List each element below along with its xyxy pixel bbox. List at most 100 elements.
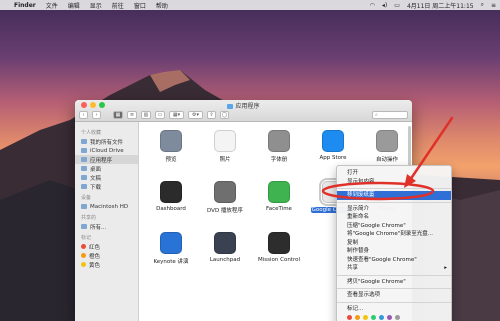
app-label: DVD 播放程序 <box>207 208 243 214</box>
list-icon[interactable]: ≡ <box>491 2 496 9</box>
tag-color-swatch[interactable] <box>379 315 384 320</box>
app-icon <box>268 130 290 152</box>
app-label: Mission Control <box>257 257 300 263</box>
forward-button[interactable]: › <box>92 111 101 119</box>
sidebar-item-label: Macintosh HD <box>90 203 129 210</box>
folder-icon <box>81 157 87 162</box>
tag-color-swatch[interactable] <box>363 315 368 320</box>
tag-color-swatch[interactable] <box>387 315 392 320</box>
sidebar-section-title: 标记 <box>81 235 92 241</box>
context-menu-item[interactable]: 共享 ▸ <box>337 264 451 273</box>
menu-separator <box>337 274 451 276</box>
app-item[interactable]: Mission Control <box>253 232 305 263</box>
sidebar-item[interactable]: 红色 <box>75 242 138 251</box>
context-menu-item[interactable]: 重新命名 <box>337 213 451 222</box>
share-button[interactable]: ⇪ <box>207 111 216 119</box>
app-item[interactable]: Launchpad <box>199 232 251 263</box>
sidebar-item[interactable]: 桌面 <box>75 164 138 173</box>
sidebar-item-label: 文稿 <box>90 175 102 182</box>
folder-icon <box>81 139 87 144</box>
gallery-view-button[interactable]: ▭ <box>155 111 165 119</box>
context-menu-item-label: 查看显示选项 <box>347 292 381 298</box>
app-item[interactable]: Keynote 讲演 <box>145 232 197 265</box>
context-menu: 打开 显示包内容移到废纸篓显示简介 重新命名 压缩"Google Chrome" 将"G… <box>336 165 452 321</box>
sidebar-item[interactable]: 所有... <box>75 222 138 231</box>
context-menu-item[interactable]: 移到废纸篓 <box>337 191 451 200</box>
column-view-button[interactable]: ▥ <box>141 111 151 119</box>
app-icon <box>214 130 236 152</box>
sidebar-item[interactable]: Macintosh HD <box>75 202 138 211</box>
tag-color-dot <box>81 262 86 267</box>
app-item[interactable]: Dashboard <box>145 181 197 212</box>
folder-icon <box>81 175 87 180</box>
tags-button[interactable]: ◯ <box>220 111 229 119</box>
context-menu-item[interactable]: 打开 <box>337 169 451 178</box>
sidebar-item-label: iCloud Drive <box>90 147 124 154</box>
app-item[interactable]: FaceTime <box>253 181 305 212</box>
folder-icon <box>227 104 234 109</box>
menu-view[interactable]: 显示 <box>90 1 102 10</box>
context-menu-item[interactable]: 制作替身 <box>337 247 451 256</box>
search-icon[interactable]: ⌕ <box>481 1 484 9</box>
wifi-icon[interactable]: ◠ <box>370 2 375 9</box>
menu-file[interactable]: 文件 <box>46 1 58 10</box>
back-button[interactable]: ‹ <box>79 111 88 119</box>
window-titlebar: 应用程序 ‹ › ▦ ≡ ▥ ▭ ▦▾ ⚙▾ ⇪ ◯ ⌕ <box>75 100 412 122</box>
context-menu-item[interactable]: 拷贝"Google Chrome" <box>337 278 451 287</box>
app-label: Dashboard <box>156 206 186 212</box>
context-menu-item[interactable]: 查看显示选项 <box>337 291 451 300</box>
folder-icon <box>81 148 87 153</box>
sidebar-item[interactable]: 黄色 <box>75 260 138 269</box>
app-icon <box>160 130 182 152</box>
sidebar-item[interactable]: iCloud Drive <box>75 146 138 155</box>
menu-window[interactable]: 窗口 <box>134 1 146 10</box>
tag-color-swatch[interactable] <box>395 315 400 320</box>
sidebar: 个人收藏 我的所有文件 iCloud Drive 应用程序 桌面 文稿 下载 设备 Macint… <box>75 122 139 321</box>
menu-edit[interactable]: 编辑 <box>68 1 80 10</box>
action-button[interactable]: ⚙▾ <box>188 111 203 119</box>
app-icon <box>214 232 236 254</box>
sidebar-item[interactable]: 橙色 <box>75 251 138 260</box>
app-item[interactable]: 自动操作 <box>361 130 412 163</box>
context-menu-item-label: 移到废纸篓 <box>347 192 375 198</box>
icon-view-button[interactable]: ▦ <box>113 111 123 119</box>
sidebar-item[interactable]: 我的所有文件 <box>75 137 138 146</box>
tag-color-dot <box>81 244 86 249</box>
menu-clock[interactable]: 4月11日 周二上午11:15 <box>407 1 474 10</box>
menu-go[interactable]: 前往 <box>112 1 124 10</box>
sidebar-section-title: 个人收藏 <box>81 130 102 136</box>
context-menu-item-label: 共享 <box>347 265 359 271</box>
app-item[interactable]: 字体册 <box>253 130 305 163</box>
app-icon <box>214 181 236 203</box>
context-menu-item[interactable]: 将"Google Chrome"刻录至光盘... <box>337 230 451 239</box>
menu-separator <box>337 288 451 289</box>
list-view-button[interactable]: ≡ <box>127 111 137 119</box>
tag-color-swatch[interactable] <box>347 315 352 320</box>
arrange-button[interactable]: ▦▾ <box>169 111 184 119</box>
tag-color-swatch[interactable] <box>371 315 376 320</box>
context-menu-item[interactable]: 显示简介 <box>337 205 451 214</box>
context-menu-item[interactable]: 快速查看"Google Chrome" <box>337 256 451 265</box>
app-item[interactable]: 预览 <box>145 130 197 163</box>
app-label: Keynote 讲演 <box>153 259 189 265</box>
sidebar-item[interactable]: 文稿 <box>75 173 138 182</box>
app-item[interactable]: DVD 播放程序 <box>199 181 251 214</box>
sidebar-item[interactable]: 下载 <box>75 182 138 191</box>
app-item[interactable]: 照片 <box>199 130 251 163</box>
app-icon <box>322 130 344 152</box>
sidebar-item[interactable]: 应用程序 <box>75 155 138 164</box>
tag-color-swatch[interactable] <box>355 315 360 320</box>
context-menu-item[interactable]: 复制 <box>337 239 451 248</box>
context-menu-item[interactable]: 显示包内容 <box>337 178 451 187</box>
context-menu-item[interactable]: 压缩"Google Chrome" <box>337 222 451 231</box>
context-menu-item-label: 将"Google Chrome"刻录至光盘... <box>347 231 434 237</box>
context-menu-item-label: 拷贝"Google Chrome" <box>347 278 406 285</box>
sidebar-item-label: 橙色 <box>89 253 101 260</box>
app-item[interactable]: App Store <box>307 130 359 161</box>
menu-help[interactable]: 帮助 <box>156 1 168 10</box>
menu-finder[interactable]: Finder <box>14 2 36 9</box>
search-field[interactable]: ⌕ <box>372 111 408 119</box>
volume-icon[interactable]: ◂) <box>382 2 387 9</box>
battery-icon[interactable]: ▭ <box>394 2 400 9</box>
context-menu-item[interactable]: 标记... <box>337 305 451 314</box>
